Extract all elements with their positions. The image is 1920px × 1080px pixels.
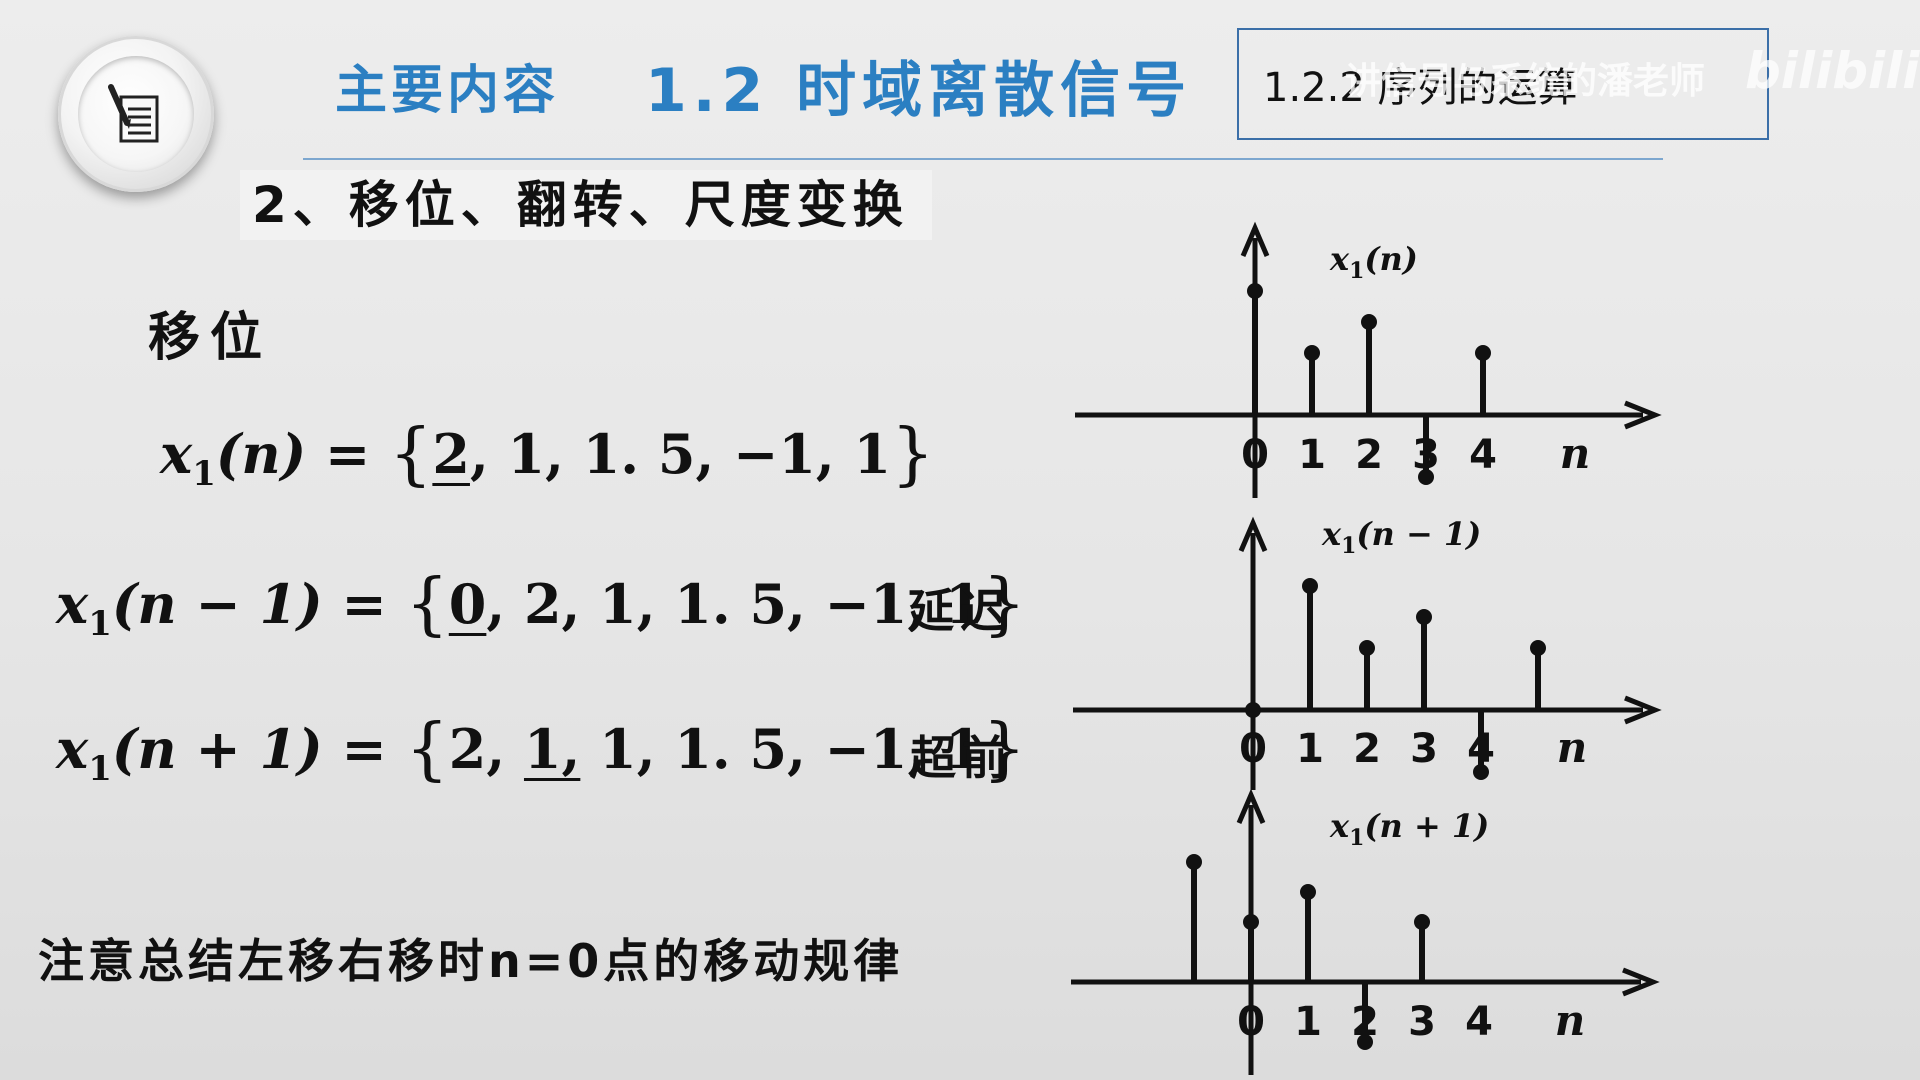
slide: 主要内容 1.2 时域离散信号 1.2.2 序列的运算 讲信号与系统的潘老师 b… [0,0,1920,1080]
shift-label: 移位 [148,308,273,368]
note-text: 注意总结左移右移时n=0点的移动规律 [38,934,904,988]
advance-tag: 超前 [910,731,1014,785]
plot-2-tick-label: 0 [1239,726,1267,772]
eq-arg: (n) [215,422,307,486]
eq-open-brace: { [389,415,433,494]
plot-1-tick-label: 1 [1298,432,1326,478]
eq-equals: = [306,422,390,486]
plot-2-y-axis-arrow [1238,516,1268,552]
plot-3-stem-marker [1357,1034,1373,1050]
plot-2-stem-marker [1473,764,1489,780]
eq-equals: = [322,717,406,781]
plot-1-tick-label: 0 [1241,432,1269,478]
eq-equals: = [322,572,406,636]
equation-x1n-minus-1: x1(n − 1) = {0, 2, 1, 1. 5, −1, 1} [56,565,1026,644]
plot-2-stem-marker [1302,578,1318,594]
plot-3-stem-marker [1243,914,1259,930]
stem-plots: 0 1 2 3 4 nx1(n)0 1 2 3 4 nx1(n − 1)0 1 2 3 4 nx1(n + 1… [1071,221,1662,1075]
plot-3-title: x1(n + 1) [1329,807,1489,851]
topic-subtitle: 2、移位、翻转、尺度变换 [240,170,932,240]
eq-before: 2, [448,717,524,781]
plot-1-tick-label: 4 [1469,432,1497,478]
notebook-pen-icon [78,56,194,172]
eq-origin-marker: 2 [432,422,470,486]
eq-subscript: 1 [88,748,112,789]
plot-2-x-axis-arrow [1624,695,1662,725]
plot-3-tick-label: 2 [1351,999,1379,1045]
plot-2-stem-marker [1416,609,1432,625]
plot-2-x-axis-label: n [1557,723,1588,772]
plot-3-stem-marker [1186,854,1202,870]
plot-2-title: x1(n − 1) [1321,515,1481,559]
eq-func: x [56,717,89,781]
plot-1-x-axis-arrow [1624,400,1662,430]
eq-after: , 1, 1. 5, −1, 1 [469,422,892,486]
eq-open-brace: { [405,710,449,789]
equation-x1n-plus-1: x1(n + 1) = {2, 1, 1, 1. 5, −1, 1} [56,710,1026,789]
plot-3-stem-marker [1414,914,1430,930]
plot-1-tick-label: 2 [1355,432,1383,478]
plot-3-tick-label: 3 [1408,999,1436,1045]
eq-close-brace: } [891,415,935,494]
delay-tag: 延迟 [908,584,1012,638]
plot-1-title: x1(n) [1329,240,1418,284]
eq-open-brace: { [405,565,449,644]
plot-2-stem-marker [1530,640,1546,656]
plot-3-x-axis-label: n [1555,996,1586,1045]
plot-1-stem-marker [1418,469,1434,485]
plot-1-stem-marker [1361,314,1377,330]
plot-3-y-axis-arrow [1236,788,1266,824]
equation-x1n: x1(n) = {2, 1, 1. 5, −1, 1} [160,415,934,494]
plot-2-tick-label: 3 [1410,726,1438,772]
plot-2-stem-marker [1245,702,1261,718]
plot-2-tick-label: 1 [1296,726,1324,772]
eq-origin-marker: 0 [448,572,487,636]
plot-3-tick-label: 4 [1465,999,1493,1045]
plot-1-stem-marker [1304,345,1320,361]
eq-func: x [160,422,193,486]
plot-1-tick-label: 3 [1412,432,1440,478]
plot-3-stem-marker [1300,884,1316,900]
plot-1-x-axis-label: n [1560,429,1591,478]
eq-func: x [56,572,89,636]
eq-arg: (n − 1) [111,572,323,636]
section-heading: 主要内容 [335,61,560,121]
plot-1-y-axis-arrow [1240,221,1270,257]
plot-2-stem-marker [1359,640,1375,656]
logo-badge [58,36,214,192]
plot-1-stem-marker [1247,283,1263,299]
plot-2-tick-label: 4 [1467,726,1495,772]
header-divider [303,158,1663,160]
plot-2-tick-label: 2 [1353,726,1381,772]
bilibili-logo: bilibili [1745,42,1920,100]
plot-3-tick-label: 0 [1237,999,1265,1045]
eq-origin-marker: 1, [523,717,581,781]
chapter-title: 1.2 时域离散信号 [645,56,1193,126]
plot-3-tick-label: 1 [1294,999,1322,1045]
plot-3-x-axis-arrow [1622,967,1660,997]
eq-subscript: 1 [192,453,216,494]
watermark-text: 讲信号与系统的潘老师 [1345,61,1706,102]
eq-arg: (n + 1) [111,717,323,781]
plot-1-stem-marker [1475,345,1491,361]
eq-subscript: 1 [88,603,112,644]
